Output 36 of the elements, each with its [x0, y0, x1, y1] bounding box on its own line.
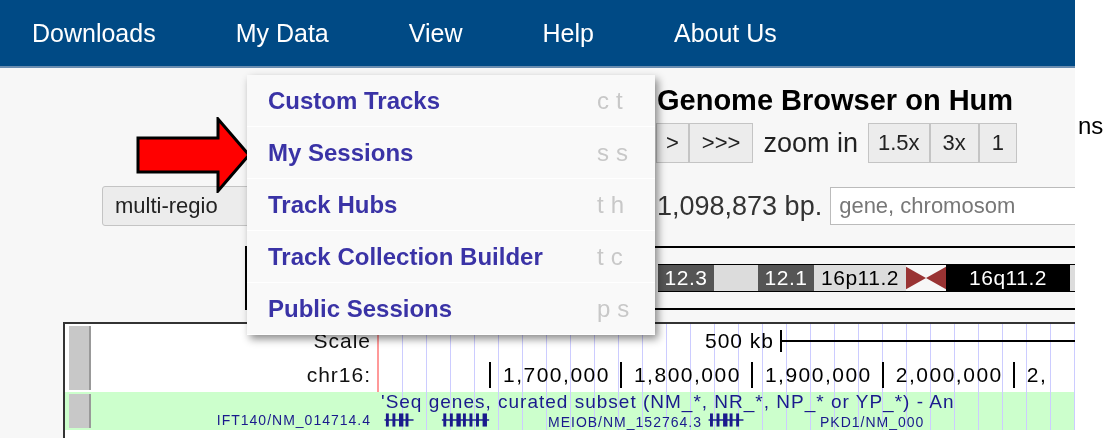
- move-right-button[interactable]: >>>: [688, 123, 754, 163]
- zoom-button[interactable]: 3x: [929, 123, 979, 163]
- zoom-label: zoom in: [763, 127, 858, 159]
- zoom-button[interactable]: 1: [978, 123, 1018, 163]
- ruler-tick-label: 1,900,000: [750, 362, 872, 388]
- gene-label: PKD1/NM_000: [819, 413, 925, 430]
- chromosome-band: 16p11.2: [814, 265, 906, 291]
- gene-label: IFT140/NM_014714.4: [216, 412, 371, 428]
- page-title: Genome Browser on Hum: [657, 83, 1014, 117]
- chromosome-ideogram[interactable]: 12.3 12.1 16p11.2 16q11.2: [658, 264, 1075, 292]
- track-handle[interactable]: [69, 394, 91, 428]
- nav-menu-item[interactable]: My Data: [235, 14, 329, 52]
- region-size: 1,098,873 bp.: [657, 190, 823, 222]
- track-label: chr16:: [306, 362, 371, 388]
- chromosome-band: [714, 265, 758, 291]
- cut-off-text: ns: [1078, 112, 1105, 140]
- chromosome-band: 16q11.2: [946, 265, 1070, 291]
- search-field[interactable]: gene, chromosom: [830, 187, 1075, 225]
- ruler-tick-label: 2,: [1012, 362, 1048, 388]
- chromosome-band: 12.3: [658, 265, 714, 291]
- track-handle[interactable]: [69, 326, 91, 390]
- ruler-tick-label: 1,800,000: [619, 362, 741, 388]
- gene-label: MEIOB/NM_152764.3: [548, 413, 702, 430]
- nav-menu-item[interactable]: Downloads: [32, 14, 156, 52]
- nav-menu-item[interactable]: Help: [542, 14, 594, 52]
- ruler-tick-label: 1,700,000: [489, 362, 610, 388]
- track-title: 'Seq genes, curated subset (NM_*, NR_*, NP_* or YP_*) - An: [380, 392, 956, 412]
- chromosome-band: 12.1: [758, 265, 814, 291]
- nav-menu-item[interactable]: View: [408, 14, 463, 52]
- chromosome-band: [1070, 265, 1075, 291]
- move-right-button[interactable]: >: [656, 123, 689, 163]
- scale-text: 500 kb: [705, 329, 775, 353]
- nav-menu-item[interactable]: About Us: [673, 14, 777, 52]
- zoom-button[interactable]: 1.5x: [867, 123, 930, 163]
- ruler-tick-label: 2,000,000: [881, 362, 1003, 388]
- centromere-icon: [906, 265, 946, 291]
